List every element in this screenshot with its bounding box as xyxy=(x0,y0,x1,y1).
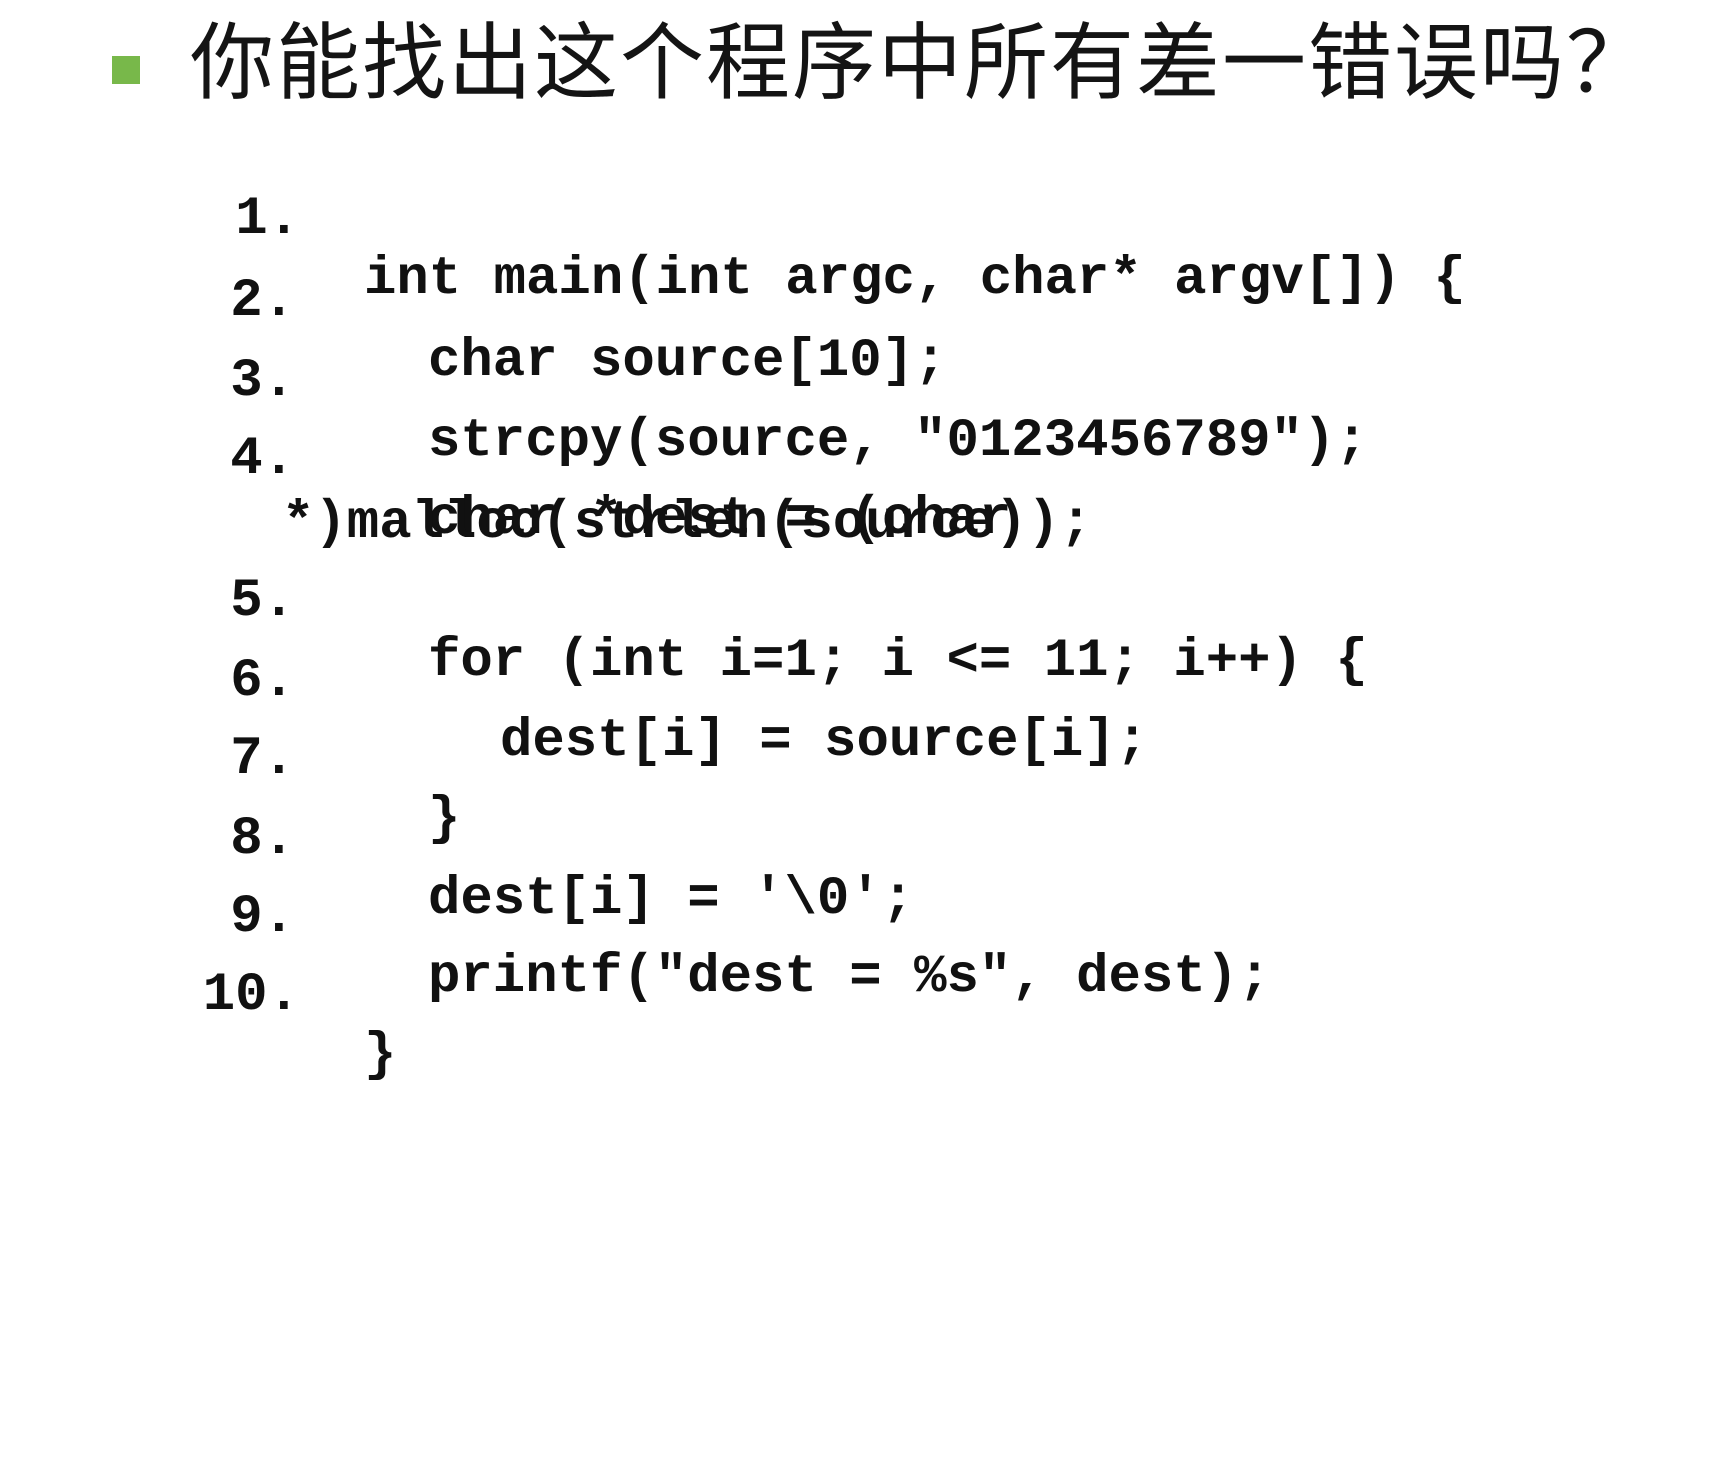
code-text: strcpy(source, "0123456789"); xyxy=(428,411,1368,472)
line-number: 5. xyxy=(230,571,295,632)
code-text: dest[i] = '\0'; xyxy=(428,869,915,930)
code-text: char source[10]; xyxy=(428,331,947,392)
code-text: int main(int argc, char* argv[]) { xyxy=(364,249,1466,310)
code-text: printf("dest = %s", dest); xyxy=(428,947,1271,1008)
code-block: 1. int main(int argc, char* argv[]) { 2.… xyxy=(0,0,1466,1464)
line-number: 10. xyxy=(202,965,300,1026)
code-line: 10. } xyxy=(0,906,397,1146)
code-text: dest[i] = source[i]; xyxy=(500,711,1149,772)
slide: 你能找出这个程序中所有差一错误吗？ 1. int main(int argc, … xyxy=(0,0,1712,1086)
line-number: 8. xyxy=(230,809,295,870)
slide-title: 你能找出这个程序中所有差一错误吗？ xyxy=(190,14,1653,112)
code-text: } xyxy=(428,789,461,850)
line-number: 2. xyxy=(230,271,295,332)
code-text: } xyxy=(364,1025,397,1086)
code-text: *)malloc(strlen(source)); xyxy=(282,493,1093,554)
line-number: 1. xyxy=(235,189,300,250)
line-number: 9. xyxy=(230,887,295,948)
line-number: 3. xyxy=(230,351,295,412)
line-number: 6. xyxy=(230,651,295,712)
line-number: 4. xyxy=(230,429,295,490)
code-text: for (int i=1; i <= 11; i++) { xyxy=(428,631,1368,692)
line-number: 7. xyxy=(230,729,295,790)
